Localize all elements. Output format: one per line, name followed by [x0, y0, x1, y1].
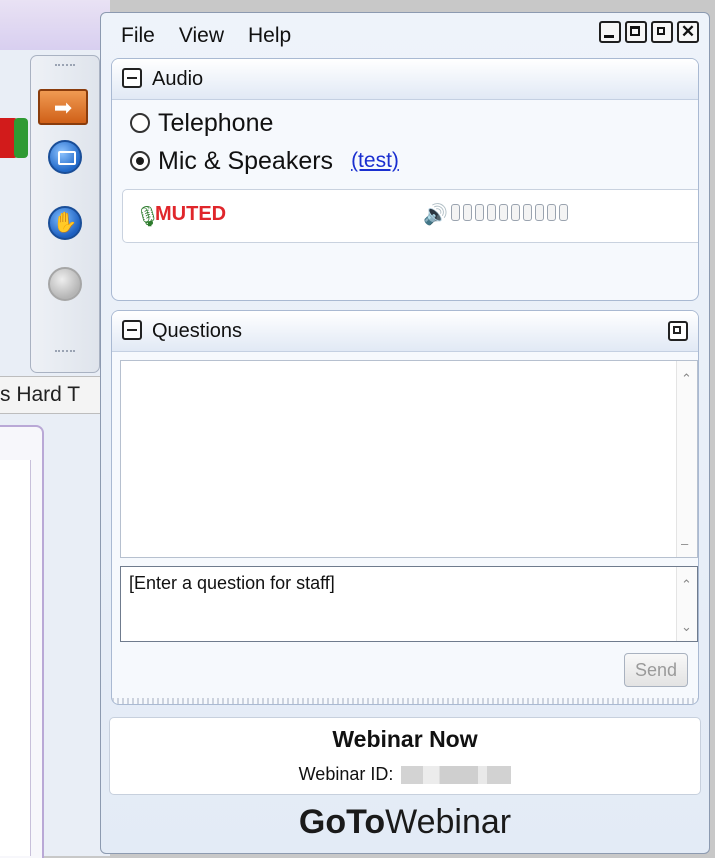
- volume-segment: [535, 204, 544, 221]
- gotowebinar-logo: GoToWebinar: [101, 803, 709, 842]
- raise-hand-icon[interactable]: ✋: [48, 206, 82, 240]
- volume-segment: [523, 204, 532, 221]
- window-controls: ✕: [599, 21, 699, 43]
- minus-icon: [127, 329, 137, 331]
- questions-panel-header: Questions: [112, 311, 698, 352]
- webinar-id-redacted: [401, 766, 512, 785]
- toolbar-arrow-icon[interactable]: ➡: [38, 89, 88, 125]
- scroll-down-icon[interactable]: ⌄: [681, 619, 692, 635]
- logo-webinar: Webinar: [385, 803, 512, 841]
- webinar-title: Webinar Now: [332, 726, 478, 752]
- questions-panel: Questions ⌃ – [Enter a question for staf…: [111, 310, 699, 705]
- questions-collapse-button[interactable]: [122, 320, 142, 340]
- webinar-control-panel: File View Help ✕ Audio Telephone Mic & S…: [100, 12, 710, 854]
- restore-button[interactable]: [651, 21, 673, 43]
- webinar-info: Webinar Now Webinar ID:: [109, 717, 701, 795]
- telephone-radio[interactable]: [130, 113, 150, 133]
- volume-segment: [511, 204, 520, 221]
- speaker-icon: 🔊: [423, 204, 448, 226]
- toolbar-grip-bottom[interactable]: [55, 350, 75, 358]
- close-icon: ✕: [680, 22, 696, 41]
- restore-icon: [657, 27, 665, 35]
- popout-icon: [673, 326, 681, 334]
- send-button[interactable]: Send: [624, 653, 688, 687]
- audio-panel-header: Audio: [112, 59, 698, 100]
- scroll-down-icon[interactable]: –: [681, 536, 688, 551]
- webinar-id-row: Webinar ID:: [110, 764, 700, 785]
- questions-log[interactable]: ⌃ –: [120, 360, 698, 558]
- telephone-option[interactable]: Telephone: [130, 106, 273, 140]
- menu-file[interactable]: File: [121, 21, 155, 51]
- volume-segment: [559, 204, 568, 221]
- menu-help[interactable]: Help: [248, 21, 291, 51]
- volume-meter: [451, 204, 568, 221]
- minimize-button[interactable]: [599, 21, 621, 43]
- maximize-icon: [630, 26, 640, 36]
- telephone-label: Telephone: [158, 108, 274, 137]
- webinar-id-label: Webinar ID:: [298, 764, 394, 784]
- questions-panel-title: Questions: [152, 320, 243, 342]
- disabled-mic-icon: [48, 267, 82, 301]
- close-button[interactable]: ✕: [677, 21, 699, 43]
- question-input[interactable]: [Enter a question for staff] ⌃ ⌄: [120, 566, 698, 642]
- question-input-scrollbar[interactable]: ⌃ ⌄: [676, 567, 697, 641]
- screen-share-icon[interactable]: [48, 140, 82, 174]
- volume-segment: [547, 204, 556, 221]
- scroll-up-icon[interactable]: ⌃: [681, 577, 692, 593]
- mic-speakers-radio[interactable]: [130, 151, 150, 171]
- questions-log-scrollbar[interactable]: ⌃ –: [676, 361, 697, 557]
- volume-segment: [463, 204, 472, 221]
- volume-segment: [451, 204, 460, 221]
- audio-status-box: 🎙 MUTED 🔊: [122, 189, 698, 243]
- control-toolbar: ➡ ✋: [30, 55, 100, 373]
- volume-segment: [487, 204, 496, 221]
- menu-bar: File View Help: [121, 21, 291, 51]
- audio-panel: Audio Telephone Mic & Speakers (test) 🎙 …: [111, 58, 699, 301]
- background-titlebar: [0, 0, 110, 50]
- volume-segment: [475, 204, 484, 221]
- menu-view[interactable]: View: [179, 21, 224, 51]
- background-green-tab: [14, 118, 28, 158]
- mic-speakers-option[interactable]: Mic & Speakers (test): [130, 144, 399, 178]
- toolbar-grip-top[interactable]: [55, 64, 75, 72]
- audio-test-link[interactable]: (test): [351, 149, 399, 173]
- popout-button[interactable]: [668, 321, 688, 341]
- resize-grip[interactable]: [112, 698, 698, 704]
- scroll-up-icon[interactable]: ⌃: [681, 371, 692, 387]
- audio-panel-title: Audio: [152, 68, 204, 90]
- background-text: s Hard T: [0, 376, 110, 414]
- mic-speakers-label: Mic & Speakers: [158, 146, 334, 175]
- question-input-text[interactable]: [Enter a question for staff]: [129, 573, 335, 594]
- maximize-button[interactable]: [625, 21, 647, 43]
- audio-collapse-button[interactable]: [122, 68, 142, 88]
- background-panel-inner: [0, 460, 31, 856]
- minus-icon: [127, 77, 137, 79]
- minimize-icon: [604, 35, 614, 38]
- logo-goto: GoTo: [298, 803, 386, 841]
- muted-status: MUTED: [155, 203, 227, 225]
- volume-segment: [499, 204, 508, 221]
